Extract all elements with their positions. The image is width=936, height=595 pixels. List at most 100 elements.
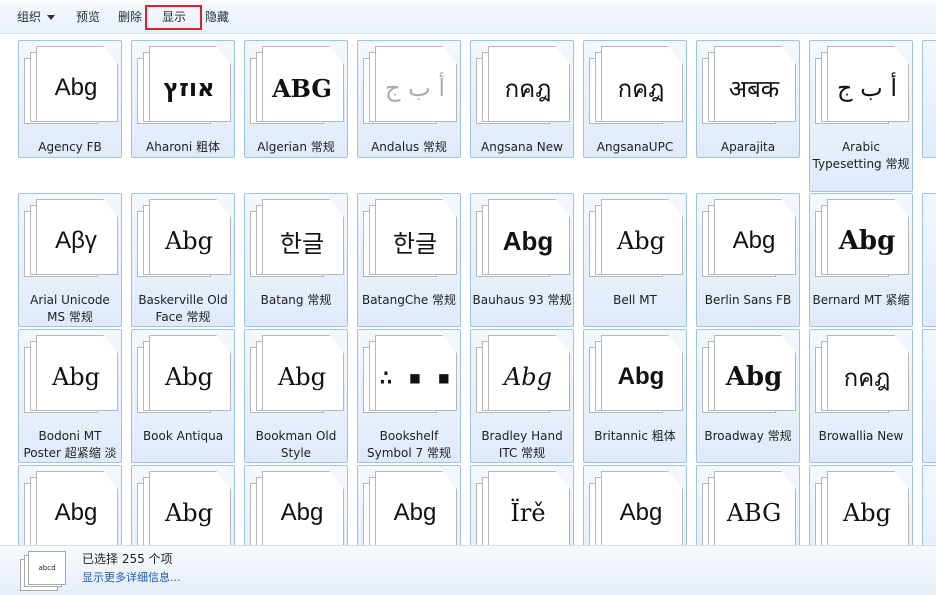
font-item[interactable]: Abg Agency FB bbox=[18, 40, 122, 158]
font-sample: Abg bbox=[54, 499, 98, 526]
font-item[interactable]: 한글 Batang 常规 bbox=[244, 193, 348, 327]
font-sample: Abg bbox=[842, 499, 892, 527]
font-item[interactable]: Abg Bauhaus 93 常规 bbox=[470, 193, 574, 327]
font-item[interactable]: ABG Algerian 常规 bbox=[244, 40, 348, 158]
font-item[interactable]: Abg Bell MT bbox=[583, 193, 687, 327]
font-item[interactable]: Abg bbox=[809, 465, 913, 545]
font-file-icon: Abg bbox=[702, 335, 796, 415]
font-sample: أ ب ج bbox=[384, 74, 445, 102]
font-item[interactable]: Abg Bookman Old Style bbox=[244, 329, 348, 463]
font-sample: ABG bbox=[726, 499, 782, 527]
font-item[interactable]: Abg bbox=[131, 465, 235, 545]
details-pane: abcd 已选择 255 个项 显示更多详细信息... bbox=[0, 545, 936, 595]
font-sample: Abg bbox=[616, 227, 666, 255]
font-name-label: Aparajita bbox=[720, 140, 776, 154]
font-item[interactable]: Abg Book Antiqua bbox=[131, 329, 235, 463]
font-file-icon: Abg bbox=[476, 199, 570, 279]
font-sample: אוזץ bbox=[163, 74, 215, 102]
font-item[interactable]: Abg bbox=[244, 465, 348, 545]
font-item[interactable]: Abg Berlin Sans FB bbox=[696, 193, 800, 327]
font-item[interactable]: ∴ ▪ ▪ Bookshelf Symbol 7 常规 bbox=[357, 329, 461, 463]
organize-menu-button[interactable]: 组织 bbox=[17, 0, 56, 34]
font-file-icon: กคฎ bbox=[815, 335, 909, 415]
font-item[interactable]: กคฎ Browallia New bbox=[809, 329, 913, 463]
font-file-icon: Abg bbox=[589, 471, 683, 545]
font-sample: Abg bbox=[617, 363, 665, 390]
font-item[interactable]: Ïrě bbox=[470, 465, 574, 545]
font-file-icon: Abg bbox=[137, 335, 231, 415]
font-item[interactable]: Αβγ Arial Unicode MS 常规 bbox=[18, 193, 122, 327]
font-item[interactable]: Abg bbox=[357, 465, 461, 545]
font-sample: Abg bbox=[164, 499, 214, 527]
font-name-label: Bookshelf Symbol 7 常规 bbox=[367, 429, 451, 460]
font-file-icon: अबक bbox=[702, 46, 796, 126]
font-file-icon: กคฎ bbox=[476, 46, 570, 126]
font-items-view[interactable]: Abg Agency FB אוזץ Aharoni 粗体 ABG Algerian 常规… bbox=[0, 34, 936, 545]
font-sample: Abg bbox=[393, 499, 437, 526]
font-name-label: Algerian 常规 bbox=[257, 140, 335, 154]
font-item[interactable]: Abg Britannic 粗体 bbox=[583, 329, 687, 463]
font-item[interactable]: अबक Aparajita bbox=[696, 40, 800, 158]
font-sample: Αβγ bbox=[55, 227, 97, 254]
font-item[interactable]: Abg Bradley Hand ITC 常规 bbox=[470, 329, 574, 463]
font-sample: 한글 bbox=[392, 229, 438, 258]
font-sample: กคฎ bbox=[617, 74, 665, 103]
font-file-icon: Αβγ bbox=[24, 199, 118, 279]
font-name-label: Britannic 粗体 bbox=[594, 429, 676, 443]
chevron-down-icon bbox=[47, 15, 56, 20]
font-file-icon: Abg bbox=[815, 471, 909, 545]
command-bar: 组织 预览 删除 显示 隐藏 bbox=[0, 0, 936, 34]
font-item[interactable]: Abg Bernard MT 紧缩 bbox=[809, 193, 913, 327]
font-file-icon: אוזץ bbox=[137, 46, 231, 126]
font-item[interactable]: Abg Bodoni MT Poster 超紧缩 淡 bbox=[18, 329, 122, 463]
annotation-highlight-box bbox=[145, 5, 202, 30]
font-name-label: Arial Unicode MS 常规 bbox=[30, 293, 110, 324]
font-item[interactable]: Abg Baskerville Old Face 常规 bbox=[131, 193, 235, 327]
font-item-partial[interactable] bbox=[922, 329, 936, 463]
preview-button[interactable]: 预览 bbox=[76, 0, 100, 34]
selection-thumbnail-icon: abcd bbox=[20, 551, 66, 591]
font-file-icon: Abg bbox=[24, 471, 118, 545]
thumb-sample-text: abcd bbox=[38, 564, 56, 572]
organize-label: 组织 bbox=[17, 10, 42, 24]
font-file-icon: กคฎ bbox=[589, 46, 683, 126]
font-item[interactable]: أ ب ج Arabic Typesetting 常规 bbox=[809, 40, 913, 192]
font-name-label: Baskerville Old Face 常规 bbox=[138, 293, 228, 324]
font-file-icon: ∴ ▪ ▪ bbox=[363, 335, 457, 415]
font-item[interactable]: กคฎ Angsana New bbox=[470, 40, 574, 158]
font-file-icon: 한글 bbox=[363, 199, 457, 279]
thumb-page: abcd bbox=[28, 551, 66, 585]
selection-count: 已选择 255 个项 bbox=[82, 552, 173, 566]
font-item[interactable]: Abg Broadway 常规 bbox=[696, 329, 800, 463]
font-sample: Abg bbox=[164, 363, 214, 391]
font-item[interactable]: Abg bbox=[583, 465, 687, 545]
font-item[interactable]: אוזץ Aharoni 粗体 bbox=[131, 40, 235, 158]
font-name-label: Broadway 常规 bbox=[704, 429, 792, 443]
font-name-label: Bradley Hand ITC 常规 bbox=[481, 429, 563, 460]
font-file-icon: ABG bbox=[702, 471, 796, 545]
font-item[interactable]: Abg bbox=[18, 465, 122, 545]
font-name-label: Bell MT bbox=[613, 293, 657, 307]
font-file-icon: Abg bbox=[589, 335, 683, 415]
font-item-partial[interactable] bbox=[922, 465, 936, 545]
font-sample: Abg bbox=[838, 226, 896, 256]
delete-button[interactable]: 删除 bbox=[118, 0, 142, 34]
font-sample: กคฎ bbox=[504, 74, 552, 103]
font-sample: Abg bbox=[725, 362, 783, 392]
font-sample: ABG bbox=[272, 73, 332, 103]
font-file-icon: Abg bbox=[250, 471, 344, 545]
font-item[interactable]: أ ب ج Andalus 常规 bbox=[357, 40, 461, 158]
font-item[interactable]: ABG bbox=[696, 465, 800, 545]
font-name-label: Agency FB bbox=[38, 140, 102, 154]
show-details-link[interactable]: 显示更多详细信息... bbox=[82, 569, 181, 585]
font-sample: Abg bbox=[51, 363, 101, 391]
font-item[interactable]: กคฎ AngsanaUPC bbox=[583, 40, 687, 158]
font-item-partial[interactable] bbox=[922, 193, 936, 327]
font-file-icon: أ ب ج bbox=[815, 46, 909, 126]
font-item[interactable]: 한글 BatangChe 常规 bbox=[357, 193, 461, 327]
font-file-icon: Abg bbox=[589, 199, 683, 279]
hide-button[interactable]: 隐藏 bbox=[205, 0, 229, 34]
font-sample: Abg bbox=[732, 227, 776, 254]
font-item-partial[interactable] bbox=[922, 40, 936, 158]
font-file-icon: Abg bbox=[137, 471, 231, 545]
